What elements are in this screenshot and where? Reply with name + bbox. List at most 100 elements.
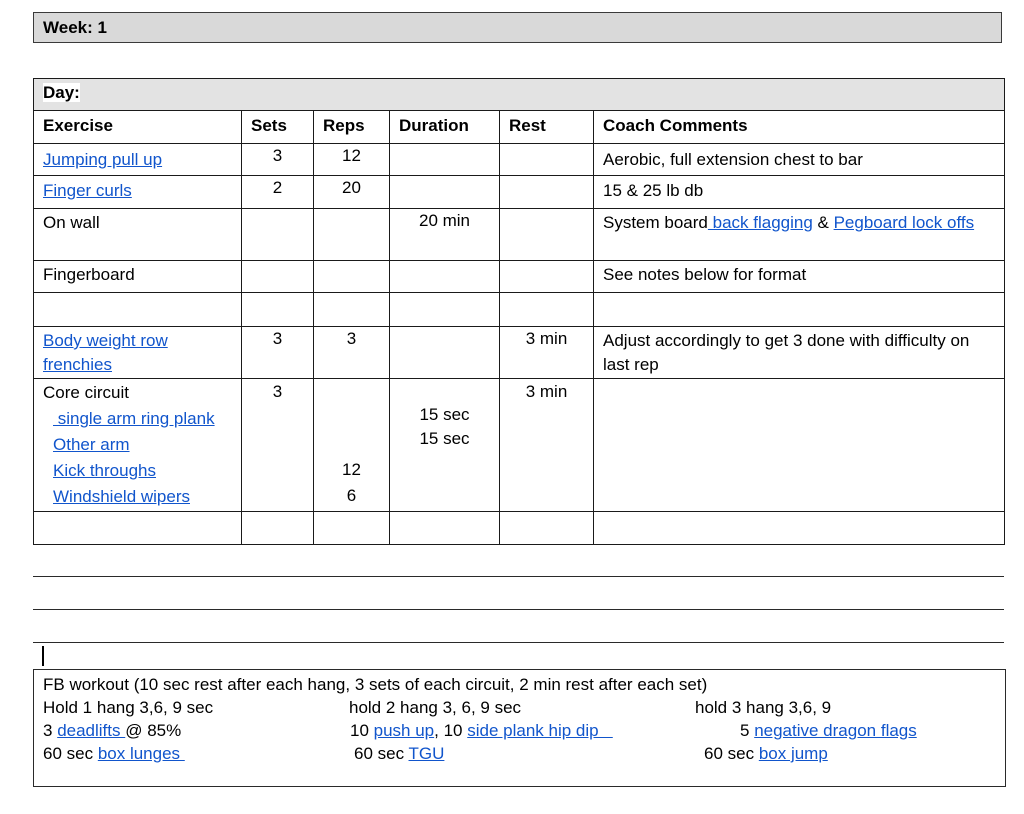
duration-sub-value: 15 sec [419,429,470,448]
box-jump-link[interactable]: box jump [759,744,828,763]
sets-cell: 3 [241,378,314,512]
header-exercise: Exercise [33,110,242,144]
back-flagging-link[interactable]: back flagging [708,213,813,232]
sets-cell: 3 [241,143,314,176]
reps-cell: 12 6 [313,378,390,512]
reps-cell: 20 [313,175,390,209]
header-reps: Reps [313,110,390,144]
sets-cell: 2 [241,175,314,209]
exercise-link[interactable]: Jumping pull up [43,150,162,169]
reps-cell[interactable] [313,292,390,327]
sets-cell [241,208,314,261]
table-row-empty [33,292,1006,327]
notes-hold-1: Hold 1 hang 3,6, 9 sec [43,698,214,717]
exercise-cell: Fingerboard [33,260,242,293]
sets-cell: 3 [241,326,314,379]
rest-cell[interactable] [499,511,594,545]
header-rest: Rest [499,110,594,144]
comments-cell: System board back flagging & Pegboard lo… [592,208,1006,261]
duration-cell [389,175,500,209]
notes-circuit-3-b: 60 sec box jump [704,743,828,765]
notes-text: @ 85% [125,721,182,740]
horizontal-rule [33,642,1004,643]
header-sets: Sets [241,110,314,144]
comments-cell: 15 & 25 lb db [592,175,1006,209]
notes-circuit-3: 5 negative dragon flags [740,720,917,742]
reps-sub-value: 12 [342,460,361,479]
sets-cell[interactable] [241,292,314,327]
horizontal-rule [33,576,1004,577]
exercise-cell: On wall [33,208,242,261]
header-row: Exercise Sets Reps Duration Rest Coach C… [33,110,1006,144]
duration-cell [389,143,500,176]
other-arm-link[interactable]: Other arm [53,435,130,454]
notes-circuit-1: 3 deadlifts @ 85% [43,720,181,742]
sets-cell[interactable] [241,511,314,545]
rest-cell [499,175,594,209]
notes-text: 60 sec [354,744,409,763]
pegboard-lock-offs-link[interactable]: Pegboard lock offs [834,213,975,232]
reps-cell[interactable] [313,511,390,545]
kick-throughs-link[interactable]: Kick throughs [53,461,156,480]
week-label: Week: 1 [43,18,107,37]
tgu-link[interactable]: TGU [409,744,445,763]
table-row: On wall 20 min System board back flaggin… [33,208,1006,261]
exercise-link[interactable]: Finger curls [43,181,132,200]
day-row: Day: [32,78,1006,111]
reps-cell [313,208,390,261]
comments-cell: Adjust accordingly to get 3 done with di… [592,326,1006,379]
header-duration: Duration [389,110,500,144]
exercise-cell[interactable] [33,511,242,545]
push-up-link[interactable]: push up [374,721,435,740]
sets-cell [241,260,314,293]
comments-cell [592,378,1006,512]
reps-cell: 3 [313,326,390,379]
comment-text: System board [603,213,708,232]
notes-text: 60 sec [704,744,759,763]
notes-hold-2: hold 2 hang 3, 6, 9 sec [349,698,522,717]
duration-cell [389,326,500,379]
table-row: Jumping pull up 3 12 Aerobic, full exten… [33,143,1006,176]
core-circuit-label: Core circuit [43,383,129,402]
day-cell[interactable]: Day: [32,78,1006,111]
deadlifts-link[interactable]: deadlifts [57,721,125,740]
reps-sub-value [314,431,389,457]
week-header: Week: 1 [33,12,1002,43]
table-row-empty [33,511,1006,545]
table-row-core-circuit: Core circuit single arm ring plank Other… [33,378,1006,512]
rest-cell [499,260,594,293]
reps-sub-value [314,405,389,431]
table-row: Fingerboard See notes below for format [33,260,1006,293]
notes-title: FB workout (10 sec rest after each hang,… [43,675,708,694]
comment-text: & [812,213,834,232]
duration-sub-value: 15 sec [419,405,470,424]
comments-cell[interactable] [592,511,1006,545]
negative-dragon-flags-link[interactable]: negative dragon flags [754,721,917,740]
notes-hold-3: hold 3 hang 3,6, 9 [695,698,832,717]
comments-cell[interactable] [592,292,1006,327]
duration-cell[interactable] [389,511,500,545]
reps-sub-value: 6 [346,486,357,505]
reps-cell: 12 [313,143,390,176]
exercise-cell: Core circuit single arm ring plank Other… [33,378,242,512]
notes-text: 3 [43,721,58,740]
notes-circuit-1-b: 60 sec box lunges [43,743,185,765]
table-row: Body weight row frenchies 3 3 3 min Adju… [33,326,1006,379]
notes-text: 5 [740,721,755,740]
duration-cell[interactable] [389,292,500,327]
single-arm-ring-plank-link[interactable]: single arm ring plank [53,409,215,428]
day-label: Day: [43,83,80,102]
notes-text: , 10 [434,721,468,740]
workout-table: Day: Exercise Sets Reps Duration Rest Co… [32,78,1006,545]
windshield-wipers-link[interactable]: Windshield wipers [53,487,190,506]
exercise-link[interactable]: Body weight row frenchies [43,331,168,374]
notes-text: 10 [350,721,374,740]
comments-cell: See notes below for format [592,260,1006,293]
exercise-cell[interactable] [33,292,242,327]
box-lunges-link[interactable]: box lunges [98,744,185,763]
rest-cell: 3 min [499,326,594,379]
notes-circuit-2-b: 60 sec TGU [354,743,444,765]
side-plank-hip-dip-link[interactable]: side plank hip dip [467,721,613,740]
notes-circuit-2: 10 push up, 10 side plank hip dip [350,720,613,742]
rest-cell[interactable] [499,292,594,327]
